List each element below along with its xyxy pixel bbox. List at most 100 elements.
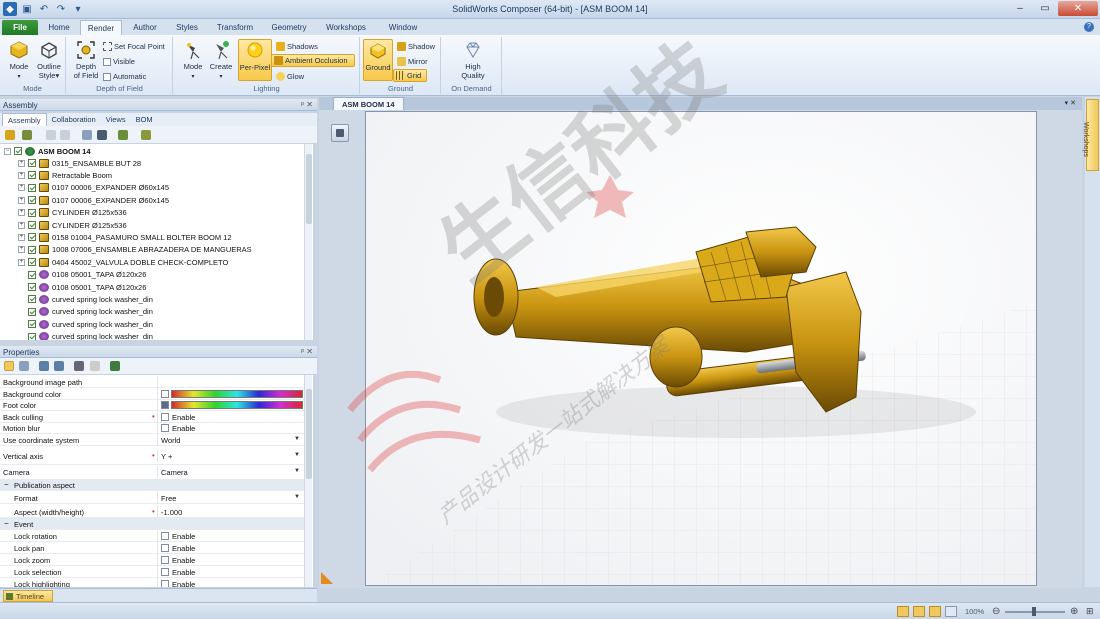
props-scrollbar[interactable] — [304, 375, 312, 587]
tab-transform[interactable]: Transform — [208, 20, 262, 35]
ambient-occlusion-button[interactable]: Ambient Occlusion — [271, 54, 355, 67]
property-row[interactable]: Format Free ▼ — [0, 492, 304, 504]
property-row[interactable]: Lock rotation Enable — [0, 530, 304, 542]
tree-item[interactable]: + CYLINDER Ø125x536 — [18, 207, 313, 219]
tree-item[interactable]: curved spring lock washer_din — [18, 293, 313, 305]
property-value[interactable]: Camera — [161, 468, 188, 477]
select-assembly-icon[interactable] — [5, 130, 15, 140]
dropdown-arrow-icon[interactable]: ▼ — [294, 468, 300, 474]
sort-icon[interactable] — [82, 130, 92, 140]
depth-of-field-button[interactable]: Depth of Field — [69, 39, 103, 81]
filter-icon[interactable] — [22, 130, 32, 140]
tab-render[interactable]: Render — [80, 20, 122, 35]
property-checkbox[interactable] — [161, 568, 169, 576]
tree-checkbox[interactable] — [28, 183, 36, 192]
color-spectrum[interactable] — [171, 401, 303, 409]
per-pixel-button[interactable]: Per-Pixel — [238, 39, 272, 81]
tree-item[interactable]: +1008 07006_ENSAMBLE ABRAZADERA DE MANGU… — [18, 244, 313, 256]
property-checkbox[interactable] — [161, 412, 169, 421]
property-value[interactable]: Free — [161, 494, 176, 503]
property-value[interactable]: Y + — [161, 452, 172, 461]
corner-triangle-icon[interactable] — [321, 572, 333, 584]
property-row[interactable]: Background color — [0, 387, 304, 400]
status-icon-2[interactable] — [913, 606, 925, 617]
property-checkbox[interactable] — [161, 424, 169, 432]
tree-checkbox[interactable] — [28, 270, 36, 279]
property-row[interactable]: Lock pan Enable — [0, 542, 304, 554]
tree-item[interactable]: curved spring lock washer_din — [18, 306, 313, 318]
dof-visible-check[interactable] — [103, 57, 111, 66]
expand-icon[interactable]: + — [18, 233, 25, 241]
tab-home[interactable]: Home — [40, 20, 78, 35]
property-category[interactable]: Publication aspect − — [0, 479, 304, 491]
expand-icon[interactable]: + — [18, 258, 25, 266]
collapse-icon[interactable]: − — [4, 519, 9, 528]
tree-item[interactable]: +0404 45002_VALVULA DOBLE CHECK-COMPLETO — [18, 256, 313, 268]
dropdown-arrow-icon[interactable]: ▼ — [294, 436, 300, 442]
color-swatch[interactable] — [161, 401, 169, 409]
zoom-in-icon[interactable]: ⊕ — [1070, 606, 1078, 617]
property-row[interactable]: Use coordinate system World ▼ — [0, 433, 304, 446]
link-icon[interactable] — [141, 130, 151, 140]
tree-checkbox[interactable] — [28, 221, 36, 229]
tab-workshops[interactable]: Workshops — [316, 20, 376, 35]
boom-model-render[interactable] — [366, 112, 1037, 586]
geometry-filter-icon[interactable] — [118, 130, 128, 140]
tree-item[interactable]: curved spring lock washer_din — [18, 331, 313, 340]
set-focal-point-button[interactable]: Set Focal Point — [101, 40, 167, 53]
dropdown-arrow-icon[interactable]: ▼ — [294, 494, 300, 500]
dof-visible-checkbox[interactable]: Visible — [101, 55, 137, 68]
expand-icon[interactable]: + — [18, 221, 25, 229]
tree-item[interactable]: +0158 01004_PASAMURO SMALL BOLTER BOOM 1… — [18, 231, 313, 243]
create-light-button[interactable]: Create ▾ — [204, 39, 238, 81]
tree-checkbox[interactable] — [14, 147, 22, 155]
collapse-icon[interactable]: − — [4, 480, 9, 489]
tree-checkbox[interactable] — [28, 283, 36, 291]
expand-icon[interactable]: + — [18, 171, 25, 179]
tab-window[interactable]: Window — [378, 20, 428, 35]
expand-icon[interactable]: + — [18, 209, 25, 217]
properties-pin-close-icon[interactable]: ᵖ ✕ — [301, 347, 313, 356]
tree-checkbox[interactable] — [28, 196, 36, 205]
color-spectrum[interactable] — [171, 389, 303, 398]
categorized-icon[interactable] — [4, 361, 14, 371]
alphabetical-icon[interactable] — [19, 361, 29, 371]
expand-icon[interactable]: + — [18, 196, 25, 204]
expand-icon[interactable]: + — [18, 159, 25, 167]
property-row[interactable]: Lock highlighting Enable — [0, 578, 304, 587]
tree-checkbox[interactable] — [28, 245, 36, 254]
move-up-icon[interactable] — [46, 130, 56, 140]
tree-item[interactable]: + CYLINDER Ø125x536 — [18, 219, 313, 231]
subtab-collaboration[interactable]: Collaboration — [47, 113, 101, 126]
high-quality-button[interactable]: High Quality — [454, 39, 492, 81]
ground-shadow-button[interactable]: Shadow — [395, 40, 437, 53]
tree-checkbox[interactable] — [28, 258, 36, 267]
viewport-tab-asm-boom[interactable]: ASM BOOM 14 — [333, 97, 404, 110]
viewport-controls-icon[interactable]: ▾ ✕ — [1065, 99, 1076, 107]
viewport-snapshot-icon[interactable] — [331, 124, 349, 142]
refresh-icon[interactable] — [39, 361, 49, 371]
sync-icon[interactable] — [54, 361, 64, 371]
tree-item[interactable]: +0107 00006_EXPANDER Ø60x145 — [18, 194, 313, 206]
property-row[interactable]: Foot color — [0, 399, 304, 411]
tree-checkbox[interactable] — [28, 208, 36, 217]
property-value[interactable]: World — [161, 436, 180, 445]
property-row[interactable]: Lock zoom Enable — [0, 554, 304, 566]
render-mode-button[interactable]: Mode ▾ — [2, 39, 36, 81]
subtab-assembly[interactable]: Assembly — [2, 113, 47, 126]
tree-item[interactable]: + Retractable Boom — [18, 169, 313, 181]
subtab-bom[interactable]: BOM — [131, 113, 158, 126]
property-checkbox[interactable] — [161, 580, 169, 587]
property-checkbox[interactable] — [161, 556, 169, 564]
ground-button[interactable]: Ground — [363, 39, 393, 81]
dropdown-arrow-icon[interactable]: ▼ — [294, 452, 300, 458]
shadows-button[interactable]: Shadows — [274, 40, 320, 53]
grid-button[interactable]: Grid — [393, 69, 427, 82]
tree-scrollbar[interactable] — [304, 144, 312, 340]
export-props-icon[interactable] — [110, 361, 120, 371]
tree-checkbox[interactable] — [28, 332, 36, 340]
mirror-button[interactable]: Mirror — [395, 55, 430, 68]
tab-author[interactable]: Author — [124, 20, 166, 35]
property-category[interactable]: Event − — [0, 518, 304, 530]
property-row[interactable]: Back culling • Enable — [0, 410, 304, 423]
